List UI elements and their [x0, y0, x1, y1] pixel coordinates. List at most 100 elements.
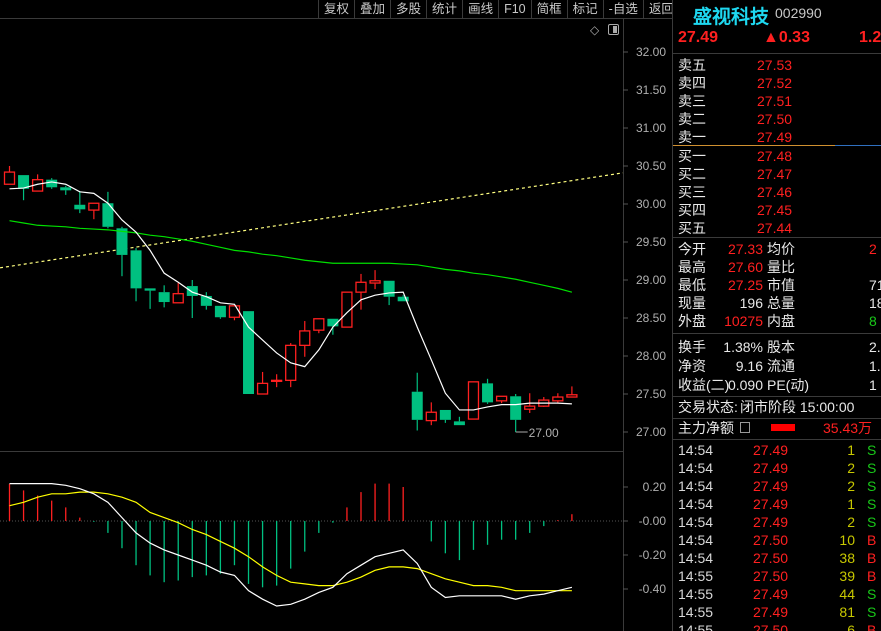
tick-volume: 44 [839, 586, 855, 602]
tick-price: 27.49 [753, 496, 789, 512]
diamond-icon[interactable]: ◇ [590, 23, 599, 37]
kline-chart[interactable]: 32.00 31.50 31.00 30.50 30.00 29.50 29.00 28.50… [0, 0, 672, 631]
candle-body [552, 396, 564, 402]
candle-body [510, 396, 522, 420]
price-tick-label: 31.00 [636, 121, 666, 135]
bid-label: 买三 [678, 184, 706, 200]
stat-row: 换手 1.38%股本 2.6 [673, 338, 881, 356]
candle [439, 409, 451, 423]
stat-value: 10275 [724, 313, 763, 329]
stat-label: 最低 [678, 277, 706, 293]
stat-label: 收益(二) [678, 377, 730, 393]
trendline[interactable] [0, 172, 624, 269]
tick-time: 14:54 [678, 460, 714, 476]
candle-body [3, 171, 16, 185]
candle [467, 381, 480, 420]
tick-price: 27.50 [753, 532, 789, 548]
change-percent: 1.2 [859, 29, 881, 46]
quote-panel: 盛视科技 002990 27.49 ▲0.33 1.2 卖五 27.53 卖四 27.… [672, 0, 881, 631]
candle [270, 374, 283, 388]
stat-row: 今开 27.33 均价 2 [673, 240, 881, 258]
panel-toggle-icon[interactable] [608, 24, 619, 35]
stat-row: 最低 27.25市值 71 [673, 276, 881, 294]
tick-time: 14:54 [678, 550, 714, 566]
ask-label: 卖三 [678, 93, 706, 109]
stock-code: 002990 [775, 5, 822, 21]
stat-value: 27.60 [727, 259, 763, 275]
macd-tick-label: -0.00 [639, 514, 667, 528]
tick-volume: 1 [847, 496, 855, 512]
main-flow: 主力净额 35.43万 [673, 419, 881, 437]
tick-time: 14:54 [678, 496, 714, 512]
tick-row: 14:54 27.50 10 B [673, 531, 881, 549]
stat-label: 最高 [678, 259, 706, 275]
candle [214, 305, 226, 319]
tick-side: S [867, 442, 877, 458]
stat-label: 内盘 [767, 313, 795, 329]
candle-body [313, 318, 325, 331]
candle-body [144, 288, 156, 291]
bid-label: 买五 [678, 220, 706, 236]
price-tick-label: 31.50 [636, 83, 666, 97]
price-tick-label: 28.50 [636, 311, 666, 325]
stat-label: 换手 [678, 339, 706, 355]
divider [673, 237, 881, 238]
bid-label: 买一 [678, 148, 706, 164]
tick-price: 27.49 [753, 514, 789, 530]
tick-side: B [867, 532, 877, 548]
divider [673, 333, 881, 334]
tick-side: S [867, 478, 877, 494]
candle-body [102, 203, 114, 227]
macd-tick-label: -0.40 [639, 582, 667, 596]
tick-side: B [867, 550, 877, 566]
bid-row: 买三 27.46 [673, 183, 881, 201]
candle-body [256, 382, 269, 395]
candle-body [453, 421, 465, 426]
tick-side: B [867, 622, 877, 631]
price-tick-label: 32.00 [636, 45, 666, 59]
main-flow-value: 35.43万 [823, 420, 873, 436]
candle-body [425, 411, 437, 422]
candle-body [467, 381, 480, 420]
candle-body [566, 394, 578, 398]
bid-price: 27.48 [757, 148, 793, 164]
tick-price: 27.49 [753, 604, 789, 620]
ask-label: 卖二 [678, 111, 706, 127]
stock-name: 盛视科技 [693, 7, 770, 28]
candle [74, 191, 86, 214]
candle [566, 386, 578, 398]
candle [31, 174, 44, 192]
tick-time: 14:54 [678, 478, 714, 494]
price-tick-label: 30.00 [636, 197, 666, 211]
ask-row: 卖二 27.50 [673, 110, 881, 128]
price-tick-label: 27.00 [636, 425, 666, 439]
tick-side: S [867, 514, 877, 530]
low-marker-label: 27.00 [529, 426, 559, 440]
bid-row: 买四 27.45 [673, 201, 881, 219]
ask-price: 27.49 [757, 129, 793, 145]
bid-label: 买四 [678, 202, 706, 218]
tick-price: 27.50 [753, 622, 789, 631]
list-icon[interactable] [740, 422, 750, 433]
divider [673, 53, 881, 54]
tick-side: S [867, 586, 877, 602]
candle [46, 178, 58, 189]
tick-volume: 38 [839, 550, 855, 566]
ask-row: 卖五 27.53 [673, 56, 881, 74]
candle-body [383, 280, 395, 297]
bid-price: 27.46 [757, 184, 793, 200]
stat-label: 股本 [767, 339, 795, 355]
tick-side: S [867, 604, 877, 620]
tick-price: 27.50 [753, 568, 789, 584]
tick-price: 27.49 [753, 460, 789, 476]
stat-row: 外盘 10275 内盘 8 [673, 312, 881, 330]
stat-value: 9.16 [735, 358, 763, 374]
tick-volume: 39 [839, 568, 855, 584]
stat-value: 71 [869, 277, 881, 293]
ask-price: 27.51 [757, 93, 793, 109]
tick-volume: 2 [847, 460, 855, 476]
candle-body [46, 179, 58, 188]
candle [116, 226, 128, 277]
ask-row: 卖一 27.49 [673, 128, 881, 146]
candle-body [243, 311, 255, 394]
